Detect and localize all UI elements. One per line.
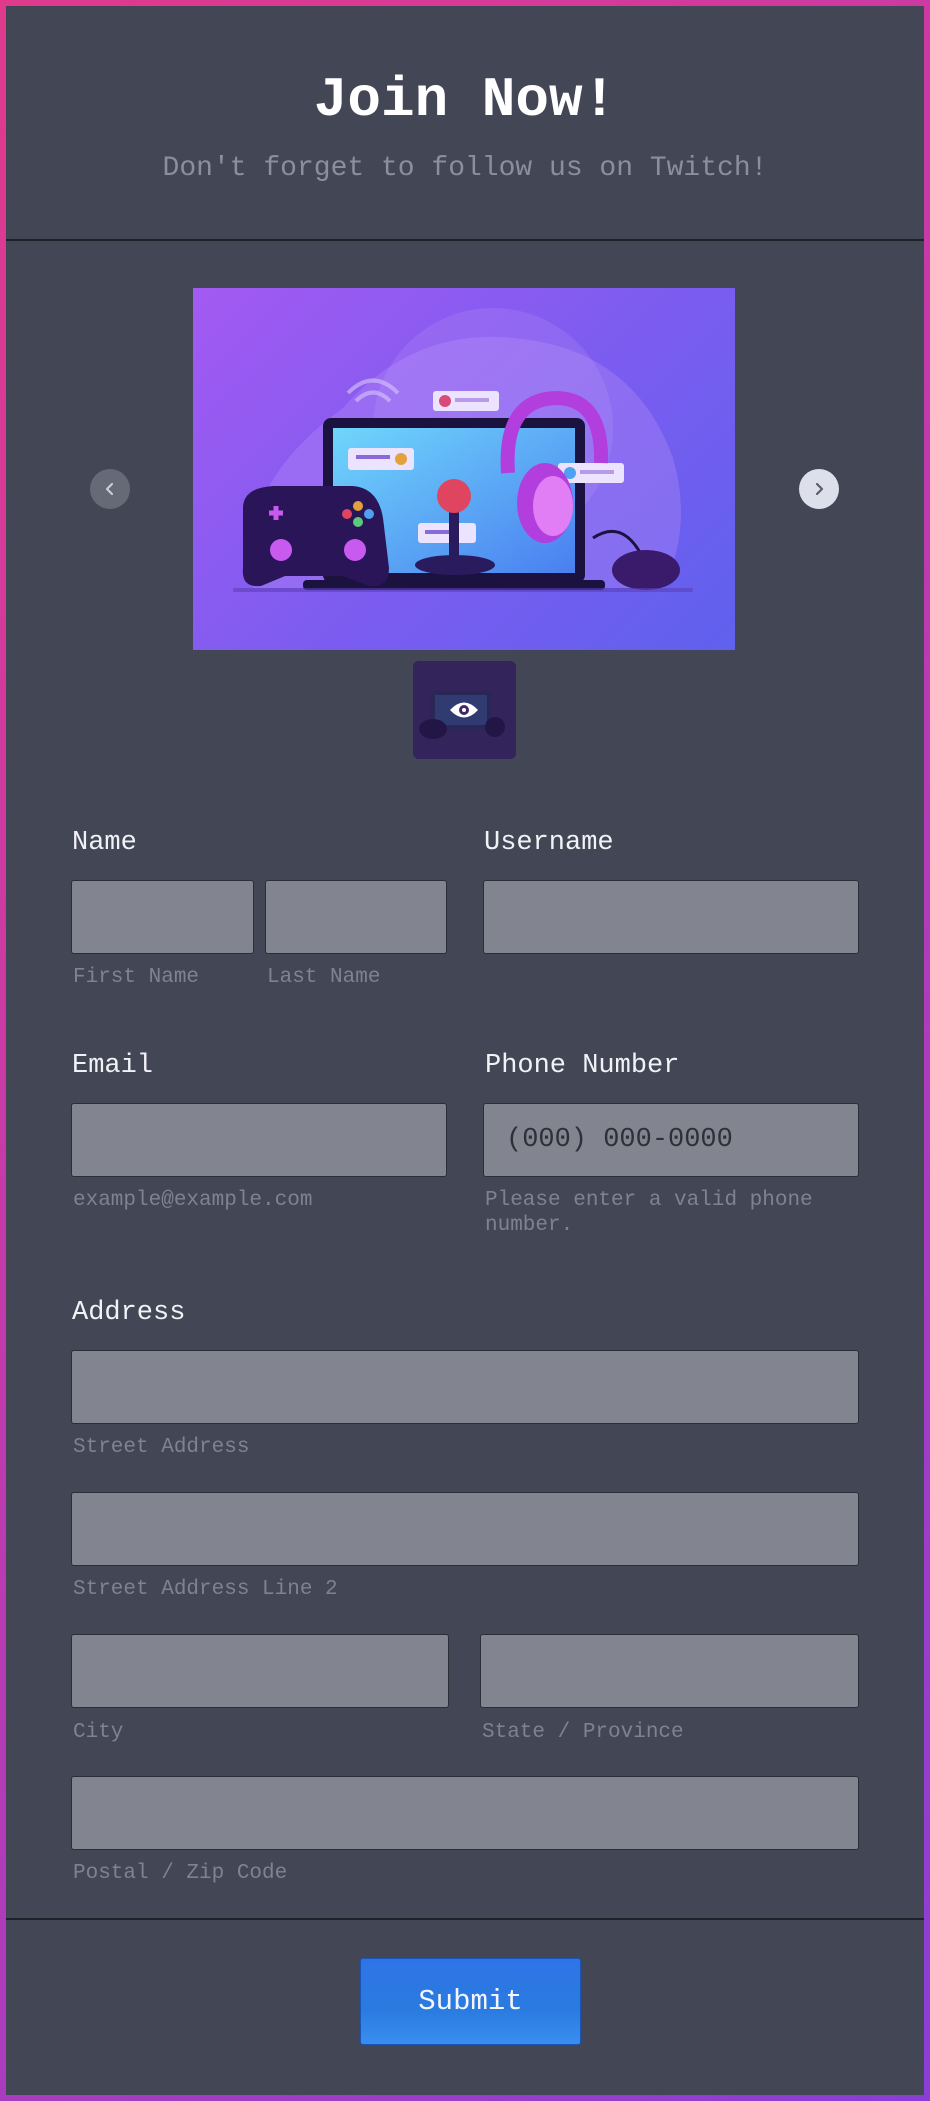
email-sublabel: example@example.com [73,1189,313,1212]
street-address-input[interactable] [71,1350,859,1424]
address-label: Address [72,1298,186,1328]
phone-input[interactable] [483,1103,859,1177]
street-address-line2-input[interactable] [71,1492,859,1566]
page-subtitle: Don't forget to follow us on Twitch! [162,153,768,184]
page-title: Join Now! [313,68,617,132]
city-sublabel: City [73,1721,124,1744]
email-label: Email [72,1051,154,1081]
username-input[interactable] [483,880,859,954]
first-name-input[interactable] [71,880,254,954]
carousel-image [193,288,735,650]
chevron-left-icon [105,482,114,496]
footer-divider [6,1918,924,1920]
last-name-sublabel: Last Name [267,966,381,989]
state-province-input[interactable] [480,1634,859,1708]
street-address-sublabel: Street Address [73,1436,250,1459]
postal-code-sublabel: Postal / Zip Code [73,1862,288,1885]
state-province-sublabel: State / Province [482,1721,684,1744]
name-label: Name [72,828,137,858]
city-input[interactable] [71,1634,449,1708]
last-name-input[interactable] [265,880,447,954]
form-header: Join Now! Don't forget to follow us on T… [6,6,924,241]
submit-button[interactable]: Submit [360,1958,581,2045]
phone-label: Phone Number [485,1051,680,1081]
chevron-right-icon [815,482,824,496]
postal-code-input[interactable] [71,1776,859,1850]
email-input[interactable] [71,1103,447,1177]
first-name-sublabel: First Name [73,966,200,989]
phone-sublabel: Please enter a valid phone number. [485,1189,813,1237]
username-label: Username [484,828,614,858]
carousel-next-button[interactable] [799,469,839,509]
carousel-prev-button[interactable] [90,469,130,509]
carousel-thumbnail[interactable] [413,661,516,759]
street-address-line2-sublabel: Street Address Line 2 [73,1578,338,1601]
